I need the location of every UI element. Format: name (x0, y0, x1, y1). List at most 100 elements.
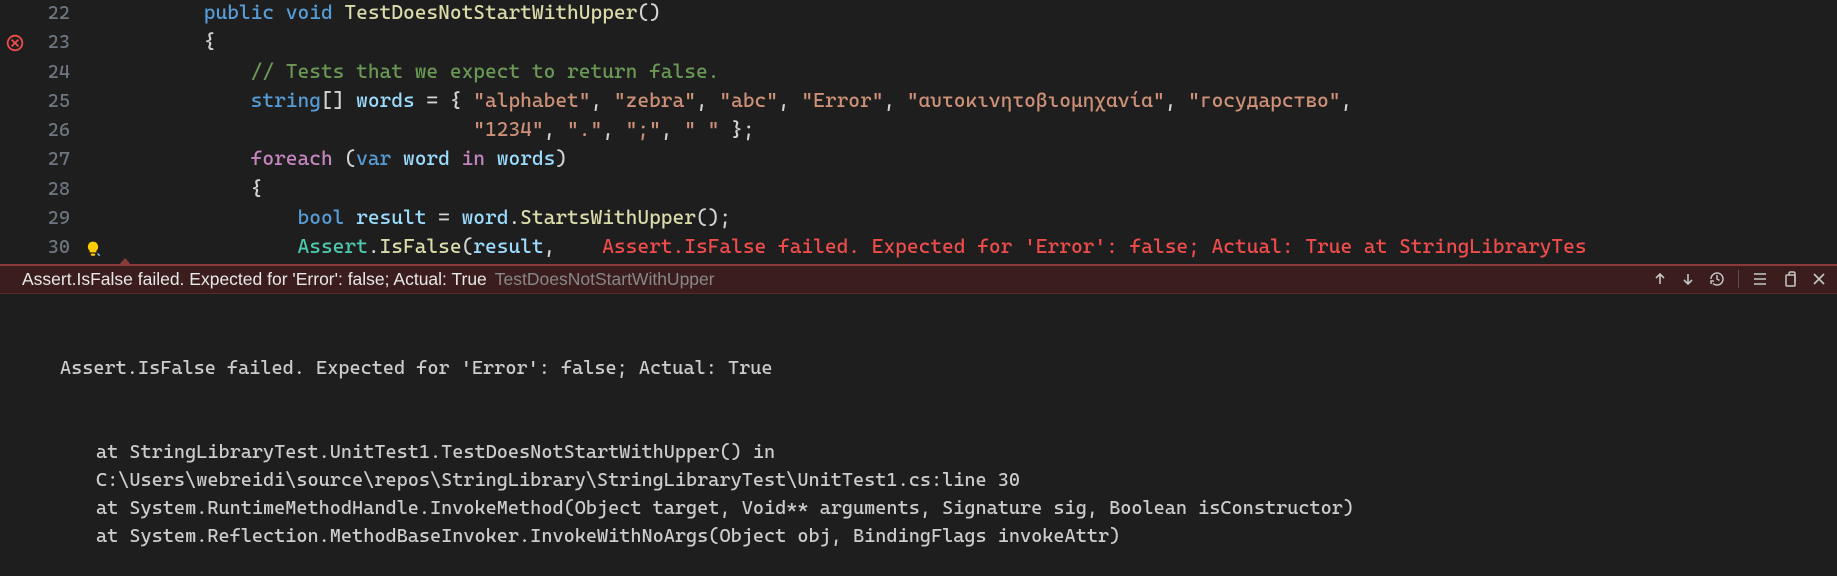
code-token: public (204, 0, 274, 24)
code-content[interactable]: // Tests that we expect to return false. (88, 59, 719, 83)
code-token: () (637, 0, 660, 24)
code-token: ";" (626, 117, 661, 141)
code-token (344, 205, 356, 229)
code-line[interactable]: 27 foreach (var word in words) (0, 146, 1837, 175)
line-number: 29 (0, 207, 88, 229)
code-token: , (602, 117, 625, 141)
code-token: { (204, 29, 216, 53)
line-number: 23 (0, 31, 88, 53)
line-number: 24 (0, 61, 88, 83)
error-pointer-divider (0, 264, 1837, 266)
code-token: Assert.IsFalse failed. Expected for 'Err… (602, 234, 1586, 258)
error-banner-test-name: TestDoesNotStartWithUpper (495, 269, 715, 290)
code-token (274, 0, 286, 24)
code-token: , (590, 88, 613, 112)
code-token: [] (321, 88, 356, 112)
output-panel[interactable]: Assert.IsFalse failed. Expected for 'Err… (0, 294, 1837, 576)
history-icon[interactable] (1708, 270, 1726, 288)
code-token: Assert (298, 234, 368, 258)
code-token (555, 234, 602, 258)
stack-line: C:\Users\webreidi\source\repos\StringLib… (96, 466, 1837, 494)
code-token (485, 146, 497, 170)
code-line[interactable]: 29 bool result = word.StartsWithUpper(); (0, 205, 1837, 234)
code-token: , (778, 88, 801, 112)
code-token: , (1165, 88, 1188, 112)
code-line[interactable]: 22 public void TestDoesNotStartWithUpper… (0, 0, 1837, 29)
code-token: "abc" (719, 88, 778, 112)
code-token: " " (684, 117, 719, 141)
code-token: "zebra" (614, 88, 696, 112)
code-content[interactable]: "1234", ".", ";", " " }; (88, 117, 755, 141)
line-number: 28 (0, 178, 88, 200)
code-content[interactable]: foreach (var word in words) (88, 146, 567, 170)
code-token: , (696, 88, 719, 112)
code-token: word (462, 205, 509, 229)
code-token: , (883, 88, 906, 112)
code-token: "." (567, 117, 602, 141)
code-token: words (497, 146, 556, 170)
close-icon[interactable] (1811, 271, 1827, 287)
code-content[interactable]: { (88, 29, 215, 53)
code-token (450, 146, 462, 170)
code-content[interactable]: bool result = word.StartsWithUpper(); (88, 205, 731, 229)
lightbulb-icon[interactable] (84, 240, 102, 258)
code-token: result (473, 234, 543, 258)
code-token: , (661, 117, 684, 141)
code-token: "alphabet" (473, 88, 590, 112)
stack-line: at StringLibraryTest.UnitTest1.TestDoesN… (96, 438, 1837, 466)
code-token: words (356, 88, 415, 112)
code-token: IsFalse (380, 234, 462, 258)
list-icon[interactable] (1751, 270, 1769, 288)
code-token: , (544, 117, 567, 141)
error-banner-message: Assert.IsFalse failed. Expected for 'Err… (22, 269, 487, 290)
line-number: 26 (0, 119, 88, 141)
stack-line: at System.Reflection.MethodBaseInvoker.I… (96, 522, 1837, 550)
code-area[interactable]: 22 public void TestDoesNotStartWithUpper… (0, 0, 1837, 264)
panel-error-line: Assert.IsFalse failed. Expected for 'Err… (60, 354, 1837, 382)
code-token: . (368, 234, 380, 258)
line-number: 22 (0, 2, 88, 24)
code-token: "государство" (1188, 88, 1340, 112)
code-editor: 22 public void TestDoesNotStartWithUpper… (0, 0, 1837, 576)
code-token: . (508, 205, 520, 229)
error-banner: Assert.IsFalse failed. Expected for 'Err… (0, 266, 1837, 294)
line-number: 30 (0, 236, 88, 258)
previous-error-icon[interactable] (1652, 271, 1668, 287)
code-token: word (403, 146, 450, 170)
code-token: in (462, 146, 485, 170)
next-error-icon[interactable] (1680, 271, 1696, 287)
code-line[interactable]: 30 Assert.IsFalse(result, Assert.IsFalse… (0, 234, 1837, 263)
code-content[interactable]: public void TestDoesNotStartWithUpper() (88, 0, 661, 24)
code-line[interactable]: 24 // Tests that we expect to return fal… (0, 59, 1837, 88)
code-token: result (356, 205, 426, 229)
code-line[interactable]: 25 string[] words = { "alphabet", "zebra… (0, 88, 1837, 117)
code-token (391, 146, 403, 170)
code-token: { (251, 176, 263, 200)
code-line[interactable]: 23 { (0, 29, 1837, 58)
code-content[interactable]: string[] words = { "alphabet", "zebra", … (88, 88, 1352, 112)
code-content[interactable]: { (88, 176, 262, 200)
code-token: ) (555, 146, 567, 170)
code-token: // Tests that we expect to return false. (251, 59, 720, 83)
stack-trace: at StringLibraryTest.UnitTest1.TestDoesN… (60, 438, 1837, 550)
code-token: var (356, 146, 391, 170)
code-token: = (426, 205, 461, 229)
code-token: ( (333, 146, 356, 170)
code-token: foreach (251, 146, 333, 170)
line-number: 25 (0, 90, 88, 112)
code-content[interactable]: Assert.IsFalse(result, Assert.IsFalse fa… (88, 234, 1587, 258)
code-line[interactable]: 26 "1234", ".", ";", " " }; (0, 117, 1837, 146)
code-token: "1234" (473, 117, 543, 141)
code-token: bool (298, 205, 345, 229)
error-glyph-icon[interactable] (6, 34, 24, 52)
line-number: 27 (0, 148, 88, 170)
copy-icon[interactable] (1781, 270, 1799, 288)
code-token: TestDoesNotStartWithUpper (344, 0, 637, 24)
code-token: , (544, 234, 556, 258)
code-token: string (251, 88, 321, 112)
code-token: (); (696, 205, 731, 229)
code-line[interactable]: 28 { (0, 176, 1837, 205)
code-token: ( (462, 234, 474, 258)
code-token: = { (415, 88, 474, 112)
error-banner-toolbar (1652, 270, 1827, 288)
